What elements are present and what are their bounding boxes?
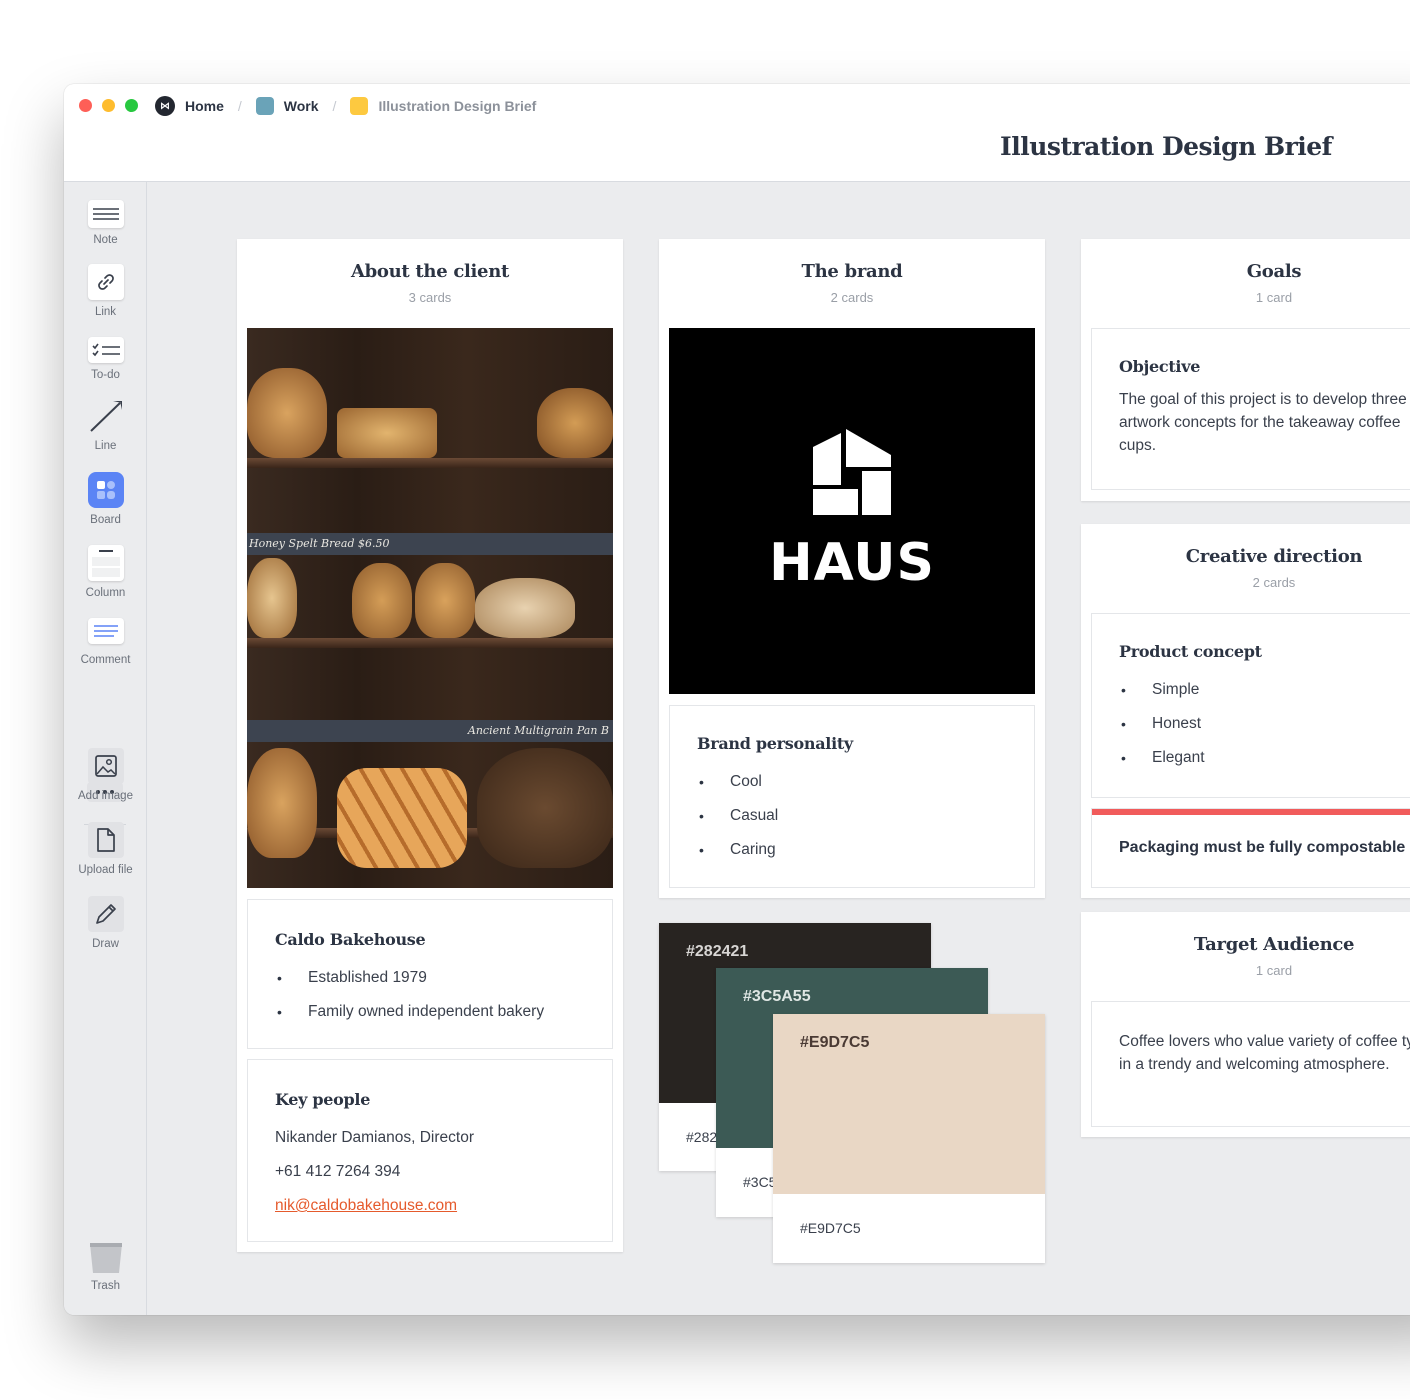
column-title: Goals xyxy=(1246,261,1302,282)
column-goals[interactable]: Goals 1 card Objective The goal of this … xyxy=(1081,239,1410,501)
contact-phone: +61 412 7264 394 xyxy=(275,1163,401,1180)
breadcrumb-separator: / xyxy=(237,98,242,114)
maximize-window-button[interactable] xyxy=(125,99,138,112)
card-count: 1 card xyxy=(1255,290,1293,305)
breadcrumb-separator: / xyxy=(332,98,337,114)
tool-add-image[interactable]: Add image xyxy=(64,748,147,802)
contact-name: Nikander Damianos, Director xyxy=(275,1129,474,1146)
bread-loaf xyxy=(475,578,575,638)
line-arrow-icon xyxy=(88,398,124,434)
list-item: Simple xyxy=(1119,673,1410,707)
card-brand-personality[interactable]: Brand personality Cool Casual Caring xyxy=(669,705,1035,888)
link-icon xyxy=(87,264,124,300)
bread-loaf xyxy=(352,563,412,638)
list-item: Elegant xyxy=(1119,741,1410,775)
price-label: Ancient Multigrain Pan B xyxy=(247,720,613,742)
window-controls xyxy=(79,99,138,112)
card-audience[interactable]: Coffee lovers who value variety of coffe… xyxy=(1091,1001,1410,1127)
image-icon xyxy=(87,748,124,784)
card-objective[interactable]: Objective The goal of this project is to… xyxy=(1091,328,1410,490)
bread-loaf xyxy=(537,388,613,458)
bakery-shelves-image[interactable]: Honey Spelt Bread $6.50 Ancient Multigra… xyxy=(247,328,613,888)
column-creative-direction[interactable]: Creative direction 2 cards Product conce… xyxy=(1081,524,1410,898)
color-swatch[interactable]: #E9D7C5 #E9D7C5 xyxy=(773,1014,1045,1263)
column-title: About the client xyxy=(350,261,510,282)
list-item: Established 1979 xyxy=(275,961,585,995)
list-item: Caring xyxy=(697,833,1007,867)
pencil-icon xyxy=(87,896,124,932)
column-about-the-client[interactable]: About the client 3 cards Honey Spelt Bre… xyxy=(237,239,623,1252)
bread-loaf xyxy=(415,563,475,638)
note-icon xyxy=(87,200,124,228)
card-count: 1 card xyxy=(1255,963,1293,978)
card-compostable-note[interactable]: Packaging must be fully compostable xyxy=(1091,808,1410,888)
list-item: Family owned independent bakery xyxy=(275,995,585,1029)
bread-loaf xyxy=(247,748,317,858)
bread-loaf xyxy=(247,558,297,638)
bread-loaf xyxy=(337,408,437,458)
tool-note[interactable]: Note xyxy=(64,200,147,246)
baguettes xyxy=(337,768,467,868)
price-label: Honey Spelt Bread $6.50 xyxy=(247,533,613,555)
shelf xyxy=(247,638,613,648)
breadcrumb: ⋈ Home / Work / Illustration Design Brie… xyxy=(155,96,536,116)
list-item: Cool xyxy=(697,765,1007,799)
brand-wordmark: HAUS xyxy=(769,533,935,593)
board-icon xyxy=(350,97,369,115)
close-window-button[interactable] xyxy=(79,99,92,112)
minimize-window-button[interactable] xyxy=(102,99,115,112)
column-title: Target Audience xyxy=(1193,934,1355,955)
accent-bar xyxy=(1092,809,1410,815)
trash[interactable]: Trash xyxy=(64,1240,147,1292)
haus-logo-image[interactable]: HAUS xyxy=(669,328,1035,694)
column-title: Creative direction xyxy=(1185,546,1363,567)
board-icon xyxy=(255,97,274,115)
tool-draw[interactable]: Draw xyxy=(64,896,147,950)
column-icon xyxy=(87,545,124,581)
tool-link[interactable]: Link xyxy=(64,264,147,318)
bread-loaf xyxy=(247,368,327,458)
card-count: 2 cards xyxy=(1252,575,1296,590)
breadcrumb-work[interactable]: Work xyxy=(255,97,319,115)
bread-loaf xyxy=(477,748,613,868)
card-key-people[interactable]: Key people Nikander Damianos, Director +… xyxy=(247,1059,613,1242)
tool-board[interactable]: Board xyxy=(64,472,147,526)
house-logo-icon xyxy=(813,429,891,515)
comment-icon xyxy=(87,618,124,644)
breadcrumb-home[interactable]: ⋈ Home xyxy=(155,96,224,116)
app-window: ⋈ Home / Work / Illustration Design Brie… xyxy=(64,84,1410,1315)
list-item: Honest xyxy=(1119,707,1410,741)
column-the-brand[interactable]: The brand 2 cards HAUS Brand personality… xyxy=(659,239,1045,898)
tool-line[interactable]: Line xyxy=(64,398,147,452)
title-bar: ⋈ Home / Work / Illustration Design Brie… xyxy=(64,84,1410,182)
tool-sidebar: Note Link To-do Line Board Column Commen… xyxy=(64,182,147,1315)
card-product-concept[interactable]: Product concept Simple Honest Elegant xyxy=(1091,613,1410,798)
tool-column[interactable]: Column xyxy=(64,545,147,599)
board-icon xyxy=(87,472,124,508)
contact-email-link[interactable]: nik@caldobakehouse.com xyxy=(275,1197,457,1214)
breadcrumb-current[interactable]: Illustration Design Brief xyxy=(350,97,536,115)
tool-upload-file[interactable]: Upload file xyxy=(64,822,147,876)
card-count: 2 cards xyxy=(830,290,874,305)
shelf xyxy=(247,458,613,468)
trash-icon xyxy=(88,1240,124,1276)
milanote-logo-icon: ⋈ xyxy=(155,96,175,116)
file-icon xyxy=(87,822,124,858)
column-title: The brand xyxy=(801,261,903,282)
todo-icon xyxy=(87,337,124,363)
column-target-audience[interactable]: Target Audience 1 card Coffee lovers who… xyxy=(1081,912,1410,1137)
list-item: Casual xyxy=(697,799,1007,833)
card-count: 3 cards xyxy=(408,290,452,305)
tool-comment[interactable]: Comment xyxy=(64,618,147,666)
tool-todo[interactable]: To-do xyxy=(64,337,147,381)
page-title[interactable]: Illustration Design Brief xyxy=(1000,132,1332,161)
card-caldo-bakehouse[interactable]: Caldo Bakehouse Established 1979 Family … xyxy=(247,899,613,1049)
